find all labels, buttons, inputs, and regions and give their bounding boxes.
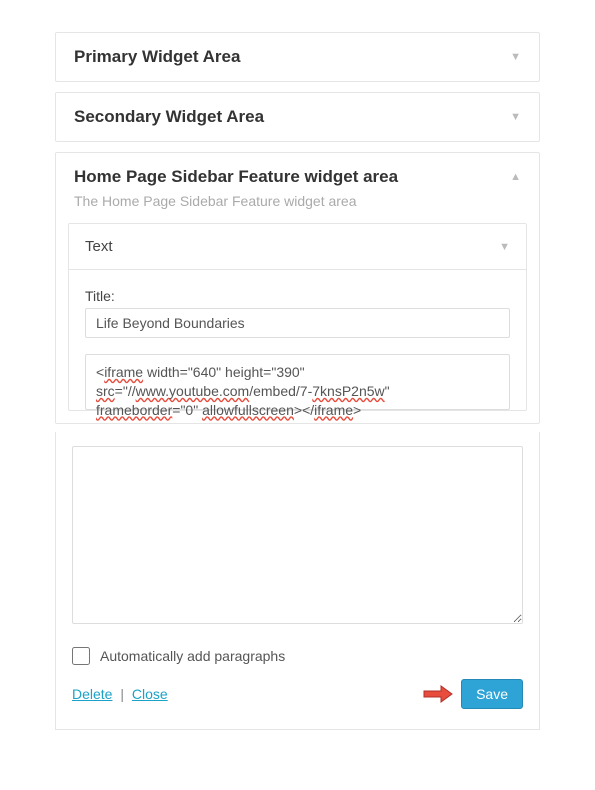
auto-paragraph-row: Automatically add paragraphs (72, 647, 523, 665)
panel-title: Home Page Sidebar Feature widget area (74, 167, 398, 187)
t: iframe (104, 364, 143, 380)
panel-title: Primary Widget Area (74, 47, 240, 67)
t: /embed/7- (249, 383, 312, 399)
widget-extra-textarea[interactable] (72, 446, 523, 624)
widget-type-label: Text (85, 238, 113, 255)
panel-subtitle: The Home Page Sidebar Feature widget are… (56, 193, 539, 223)
panel-header[interactable]: Secondary Widget Area ▼ (56, 93, 539, 141)
t: ="0" (172, 402, 202, 418)
panel-primary-widget-area[interactable]: Primary Widget Area ▼ (55, 32, 540, 82)
panel-home-sidebar-feature: Home Page Sidebar Feature widget area ▲ … (55, 152, 540, 424)
t: ="// (115, 383, 136, 399)
t: iframe (314, 402, 353, 418)
chevron-down-icon: ▼ (510, 51, 521, 63)
t: width="640" height="390" (143, 364, 305, 380)
panel-header[interactable]: Primary Widget Area ▼ (56, 33, 539, 81)
chevron-up-icon: ▲ (510, 171, 521, 183)
close-link[interactable]: Close (132, 686, 168, 702)
t: 7knsP2n5w (312, 383, 384, 399)
widget-controls-box: Automatically add paragraphs Delete | Cl… (55, 432, 540, 730)
widget-actions: Delete | Close Save (72, 679, 523, 709)
panel-secondary-widget-area[interactable]: Secondary Widget Area ▼ (55, 92, 540, 142)
t: frameborder (96, 402, 172, 418)
t: ></ (294, 402, 314, 418)
separator: | (120, 686, 124, 702)
t: src (96, 383, 115, 399)
widget-text: Text ▼ Title: <iframe width="640" height… (68, 223, 527, 411)
right-actions: Save (423, 679, 523, 709)
chevron-down-icon: ▼ (510, 111, 521, 123)
widget-header[interactable]: Text ▼ (69, 224, 526, 270)
widget-content-textarea[interactable]: <iframe width="640" height="390" src="//… (85, 354, 510, 410)
t: allowfullscreen (202, 402, 294, 418)
t: > (353, 402, 361, 418)
panel-header[interactable]: Home Page Sidebar Feature widget area ▲ (56, 153, 539, 193)
widget-title-input[interactable] (85, 308, 510, 338)
auto-paragraph-label: Automatically add paragraphs (100, 648, 285, 664)
widget-body: Title: <iframe width="640" height="390" … (69, 270, 526, 410)
save-button[interactable]: Save (461, 679, 523, 709)
chevron-down-icon: ▼ (499, 241, 510, 253)
arrow-right-icon (423, 685, 453, 703)
delete-link[interactable]: Delete (72, 686, 112, 702)
t: " (385, 383, 390, 399)
auto-paragraph-checkbox[interactable] (72, 647, 90, 665)
panel-title: Secondary Widget Area (74, 107, 264, 127)
t: www.youtube.com (136, 383, 250, 399)
widget-links: Delete | Close (72, 686, 168, 702)
t: < (96, 364, 104, 380)
title-label: Title: (85, 288, 510, 304)
